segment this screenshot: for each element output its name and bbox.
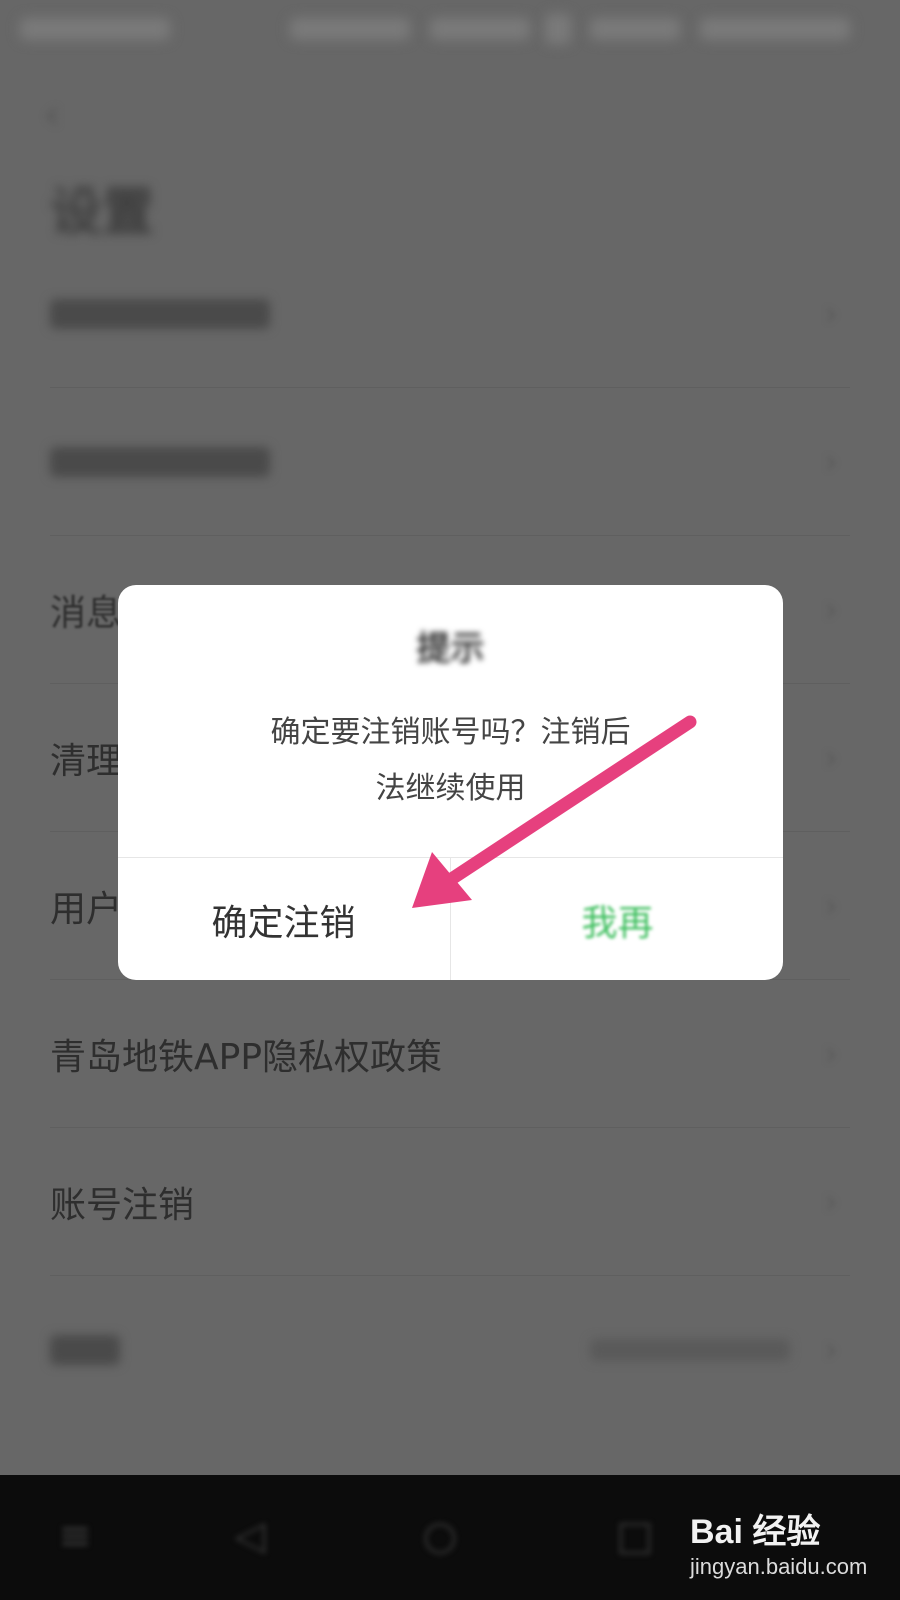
watermark-url: jingyan.baidu.com [690,1554,868,1579]
back-nav-icon[interactable]: ◁ [225,1513,275,1563]
chevron-right-icon: › [824,1182,838,1222]
chevron-right-icon: › [824,1034,838,1074]
status-bar [0,0,900,60]
dialog-button-row: 确定注销 我再 [118,857,783,980]
cancel-button[interactable]: 我再 [450,858,783,980]
confirm-dialog: 提示 确定要注销账号吗？注销后 法继续使用 确定注销 我再 [118,585,783,980]
settings-row-value [590,1339,790,1361]
settings-row-label: 青岛地铁APP隐私权政策 [50,1037,443,1078]
settings-row-label: 消息 [50,593,123,634]
settings-row-privacy-policy[interactable]: 青岛地铁APP隐私权政策 › [50,980,850,1128]
home-nav-icon[interactable]: ○ [415,1513,465,1563]
recents-nav-icon[interactable]: □ [610,1513,660,1563]
chevron-right-icon: › [824,294,838,334]
dialog-message-line: 法继续使用 [375,771,526,806]
chevron-right-icon: › [824,442,838,482]
chevron-right-icon: › [824,886,838,926]
page-title: 设置 [50,183,155,243]
chevron-right-icon: › [824,1330,838,1370]
app-screen: ‹ 设置 › › 消息 › 清理 › 用户 › 青岛地铁APP隐私权政策 › 账… [0,0,900,1600]
settings-row[interactable]: › [50,388,850,536]
menu-icon[interactable]: ≡ [50,1513,100,1563]
dialog-message-line: 确定要注销账号吗？注销后 [270,715,631,750]
settings-row-label [50,1335,120,1365]
settings-row[interactable]: › [50,1276,850,1424]
chevron-right-icon: › [824,590,838,630]
confirm-delete-label: 确定注销 [211,902,356,944]
cancel-label: 我再 [581,902,654,944]
back-arrow-icon[interactable]: ‹ [44,92,80,138]
settings-row[interactable]: › [50,240,850,388]
confirm-delete-button[interactable]: 确定注销 [118,858,449,980]
baidu-watermark: Bai 经验 jingyan.baidu.com [690,1500,890,1590]
dialog-message: 确定要注销账号吗？注销后 法继续使用 [158,705,743,817]
settings-row-label [50,447,270,477]
dialog-title: 提示 [416,629,485,669]
settings-row-label [50,299,270,329]
settings-row-label: 用户 [50,889,123,930]
settings-row-label: 账号注销 [50,1185,195,1226]
chevron-right-icon: › [824,738,838,778]
settings-row-label: 清理 [50,741,123,782]
baidu-paw-icon: Bai 经验 [690,1513,821,1551]
settings-row-account-deletion[interactable]: 账号注销 › [50,1128,850,1276]
